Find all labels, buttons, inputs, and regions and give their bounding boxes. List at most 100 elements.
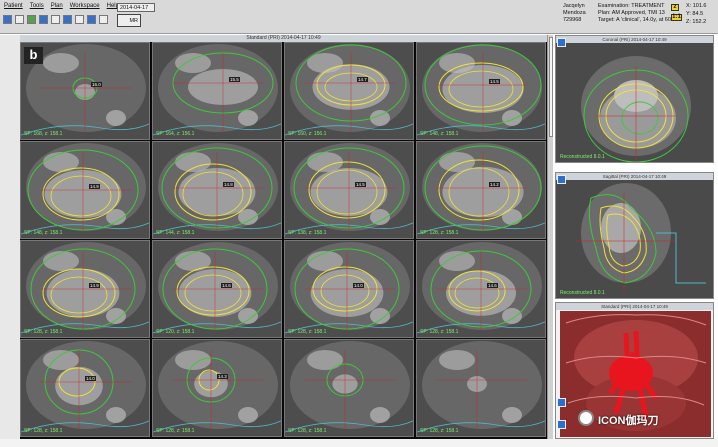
slice-cell[interactable]: 14.8 SP: 144, z: 158.1 <box>152 141 282 239</box>
plan-line: Plan: AM Approved, TMI 13 <box>598 10 665 16</box>
slice-position-label: SP: 128, z: 158.1 <box>420 428 459 434</box>
scrollbar-thumb[interactable] <box>549 37 553 137</box>
view-reset-icon[interactable] <box>557 420 566 429</box>
axial-slice-grid[interactable]: Standard (PRI) 2014-04-17 10:49 16.0 SP: … <box>20 35 547 439</box>
target-line: Target: A 'clinical', 14.0y, at 60% <box>598 17 676 23</box>
slice-cell[interactable]: 14.7 SP: 160, z: 156.1 <box>284 42 414 140</box>
window-icon[interactable] <box>51 15 60 24</box>
view-control-icon[interactable] <box>557 398 566 407</box>
monitor-icon[interactable] <box>63 15 72 24</box>
slice-image <box>417 43 545 139</box>
slice-cell[interactable]: 14.6 SP: 128, z: 158.1 <box>416 240 546 338</box>
coronal-view-label: Reconstructed 8.0.1 <box>560 154 605 160</box>
slice-image <box>21 142 149 238</box>
wireless-icon[interactable] <box>27 15 36 24</box>
menu-bar: Patient Tools Plan Workspace Help <box>4 3 119 9</box>
patient-id: 729968 <box>563 17 582 23</box>
slice-image <box>417 241 545 337</box>
contour-value-label: 14.5 <box>489 79 500 84</box>
menu-tools[interactable]: Tools <box>30 3 44 9</box>
open-icon[interactable] <box>3 15 12 24</box>
save-icon[interactable] <box>15 15 24 24</box>
contour-value-label: 14.6 <box>487 283 498 288</box>
slice-image <box>417 142 545 238</box>
sagittal-view-label: Reconstructed 8.0.1 <box>560 290 605 296</box>
slice-cell[interactable]: 15.5 SP: 164, z: 156.1 <box>152 42 282 140</box>
slice-cell[interactable]: 14.9 SP: 128, z: 158.1 <box>20 240 150 338</box>
slice-image <box>153 241 281 337</box>
patient-info: Jacqelyn Mendoza 729968 <box>563 3 586 24</box>
slice-image <box>417 340 545 436</box>
target-icon[interactable] <box>75 15 84 24</box>
slice-image <box>285 142 413 238</box>
slice-cell[interactable]: 14.5 SP: 138, z: 158.1 <box>284 141 414 239</box>
patient-name-last: Mendoza <box>563 10 586 16</box>
slice-position-label: SP: 148, z: 158.1 <box>420 131 459 137</box>
coronal-image <box>556 43 713 162</box>
vertical-scrollbar[interactable] <box>547 35 553 439</box>
slice-image <box>153 142 281 238</box>
slice-image <box>285 241 413 337</box>
contour-value-label: 14.6 <box>221 283 232 288</box>
slice-image <box>285 340 413 436</box>
slice-image <box>153 43 281 139</box>
z-coordinate: Z: 152.2 <box>686 19 707 25</box>
menu-patient[interactable]: Patient <box>4 3 23 9</box>
main-view-title: Standard (PRI) 2014-04-17 10:49 <box>20 35 547 42</box>
slice-position-label: SP: 128, z: 158.1 <box>288 428 327 434</box>
mr-button[interactable]: MR <box>117 14 141 27</box>
coronal-expand-icon[interactable] <box>557 38 566 47</box>
slice-position-label: SP: 128, z: 158.1 <box>156 428 195 434</box>
slice-cell[interactable]: 14.3 SP: 128, z: 158.1 <box>152 339 282 437</box>
contour-value-label: 14.0 <box>85 376 96 381</box>
slice-cell[interactable]: 14.9 SP: 148, z: 158.1 <box>20 141 150 239</box>
slice-position-label: SP: 128, z: 158.1 <box>24 428 63 434</box>
sagittal-view[interactable]: Sagittal (PRI) 2014-04-17 10:49 Reconstr… <box>555 172 714 299</box>
slice-cell[interactable]: 14.5 SP: 148, z: 158.1 <box>416 42 546 140</box>
slice-position-label: SP: 138, z: 158.1 <box>288 230 327 236</box>
coronal-view-title: Coronal (PRI) 2014-04-17 10:49 <box>556 36 713 43</box>
slice-position-label: SP: 128, z: 158.1 <box>288 329 327 335</box>
coronal-view[interactable]: Coronal (PRI) 2014-04-17 10:49 Reconstru… <box>555 35 714 163</box>
slice-cell[interactable]: 14.6 SP: 120, z: 158.1 <box>152 240 282 338</box>
app-toolbar: Patient Tools Plan Workspace Help 2014-0… <box>0 0 718 34</box>
menu-workspace[interactable]: Workspace <box>70 3 100 9</box>
move-icon[interactable] <box>39 15 48 24</box>
exam-info: Examination: TREATMENT Plan: AM Approved… <box>598 3 676 24</box>
contour-value-label: 14.5 <box>355 182 366 187</box>
sagittal-expand-icon[interactable] <box>557 175 566 184</box>
slice-cell[interactable]: SP: 128, z: 158.1 <box>416 339 546 437</box>
x-coordinate: X: 101.6 <box>686 3 707 9</box>
slice-cell[interactable]: 14.2 SP: 128, z: 158.1 <box>416 141 546 239</box>
contour-value-label: 14.8 <box>223 182 234 187</box>
contour-value-label: 14.9 <box>89 184 100 189</box>
slice-image <box>21 340 149 436</box>
settings-icon[interactable] <box>87 15 96 24</box>
slice-image <box>21 241 149 337</box>
slice-cell[interactable]: 14.0 SP: 128, z: 158.1 <box>284 240 414 338</box>
slice-cell[interactable]: 14.0 SP: 128, z: 158.1 <box>20 339 150 437</box>
wechat-logo-icon <box>578 410 594 426</box>
slice-cell[interactable]: SP: 128, z: 158.1 <box>284 339 414 437</box>
slice-position-label: SP: 144, z: 158.1 <box>156 230 195 236</box>
slice-position-label: SP: 160, z: 156.1 <box>288 131 327 137</box>
slice-position-label: SP: 128, z: 158.1 <box>24 329 63 335</box>
grid-icon[interactable] <box>99 15 108 24</box>
slice-position-label: SP: 128, z: 158.1 <box>420 230 459 236</box>
bottom-bar <box>0 439 718 447</box>
coordinate-panel: z 1:1 X: 101.6 Y: 84.5 Z: 152.2 <box>668 2 714 29</box>
slice-position-label: SP: 168, z: 158.1 <box>24 131 63 137</box>
figure-panel-letter: b <box>24 47 43 64</box>
contour-value-label: 16.0 <box>91 82 102 87</box>
slice-position-label: SP: 164, z: 156.1 <box>156 131 195 137</box>
patient-name-first: Jacqelyn <box>563 3 585 9</box>
date-field[interactable]: 2014-04-17 <box>117 3 155 12</box>
slice-position-label: SP: 120, z: 158.1 <box>156 329 195 335</box>
scale-control-button[interactable]: 1:1 <box>671 14 682 21</box>
contour-value-label: 14.7 <box>357 77 368 82</box>
z-control-button[interactable]: z <box>671 4 679 11</box>
slice-image <box>153 340 281 436</box>
menu-plan[interactable]: Plan <box>51 3 63 9</box>
contour-value-label: 14.2 <box>489 182 500 187</box>
slice-position-label: SP: 148, z: 158.1 <box>24 230 63 236</box>
